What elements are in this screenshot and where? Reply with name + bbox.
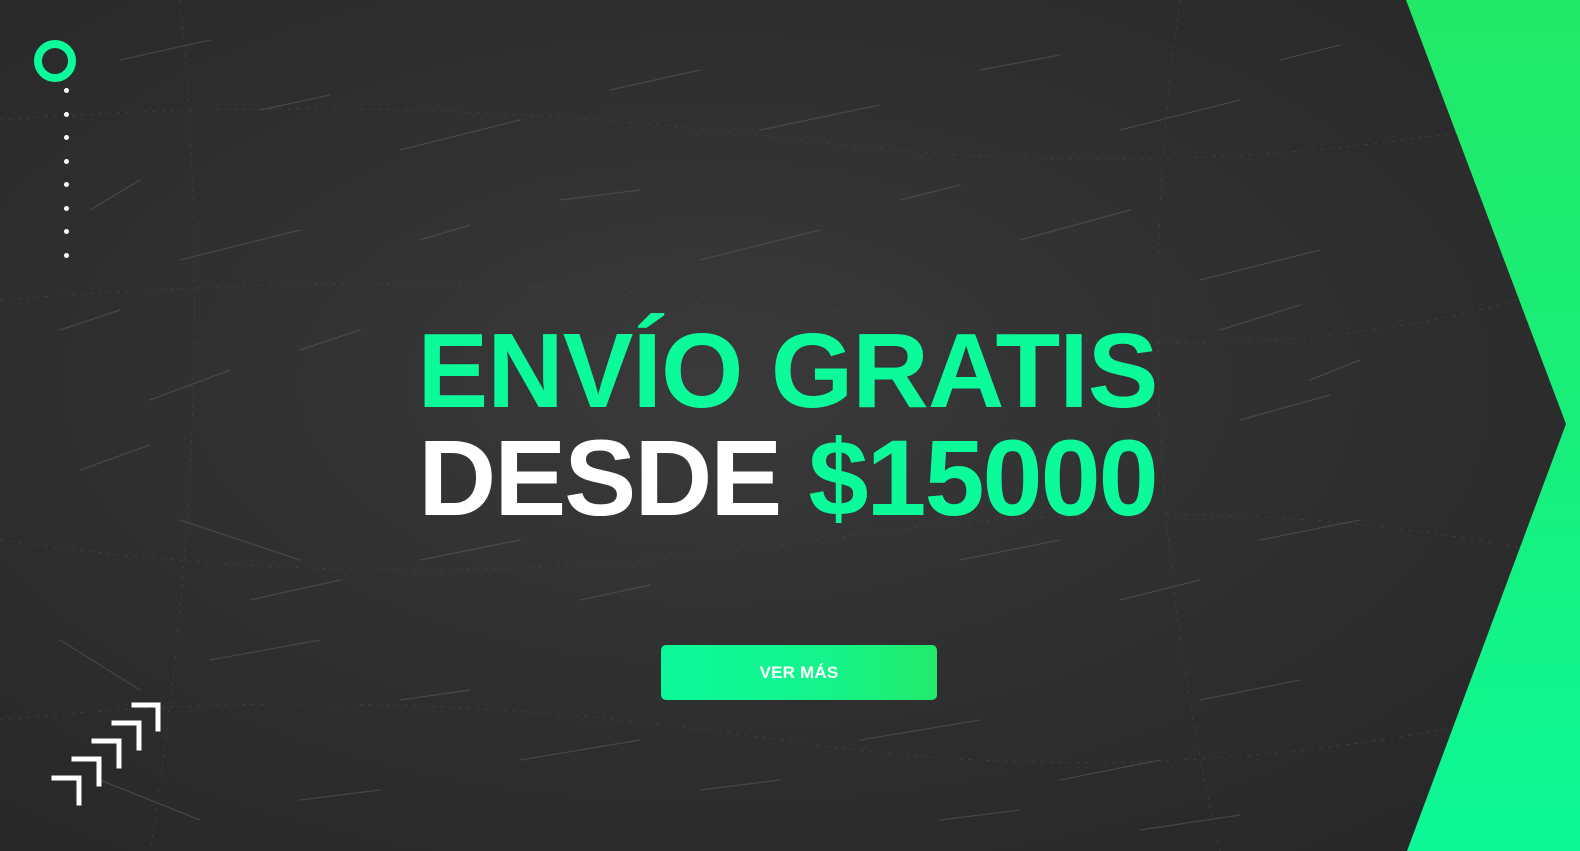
stepped-corners-icon: [51, 702, 161, 806]
dot: [64, 182, 69, 187]
ver-mas-button[interactable]: VER MÁS: [661, 645, 937, 700]
headline: ENVÍO GRATIS DESDE $15000: [0, 318, 1580, 532]
dot: [64, 252, 69, 258]
dot: [64, 158, 69, 164]
headline-price: $15000: [808, 417, 1158, 538]
headline-line-1: ENVÍO GRATIS: [417, 312, 1159, 430]
promo-banner: ENVÍO GRATIS DESDE $15000 VER MÁS: [0, 0, 1580, 851]
dotted-line: [64, 88, 70, 258]
dot: [64, 88, 69, 93]
dot: [64, 205, 69, 211]
dot: [64, 135, 69, 140]
ring-icon: [34, 40, 76, 82]
dot: [64, 111, 69, 117]
dot: [64, 229, 69, 234]
headline-desde: DESDE: [418, 417, 782, 538]
headline-line-2: DESDE $15000: [0, 424, 1580, 532]
